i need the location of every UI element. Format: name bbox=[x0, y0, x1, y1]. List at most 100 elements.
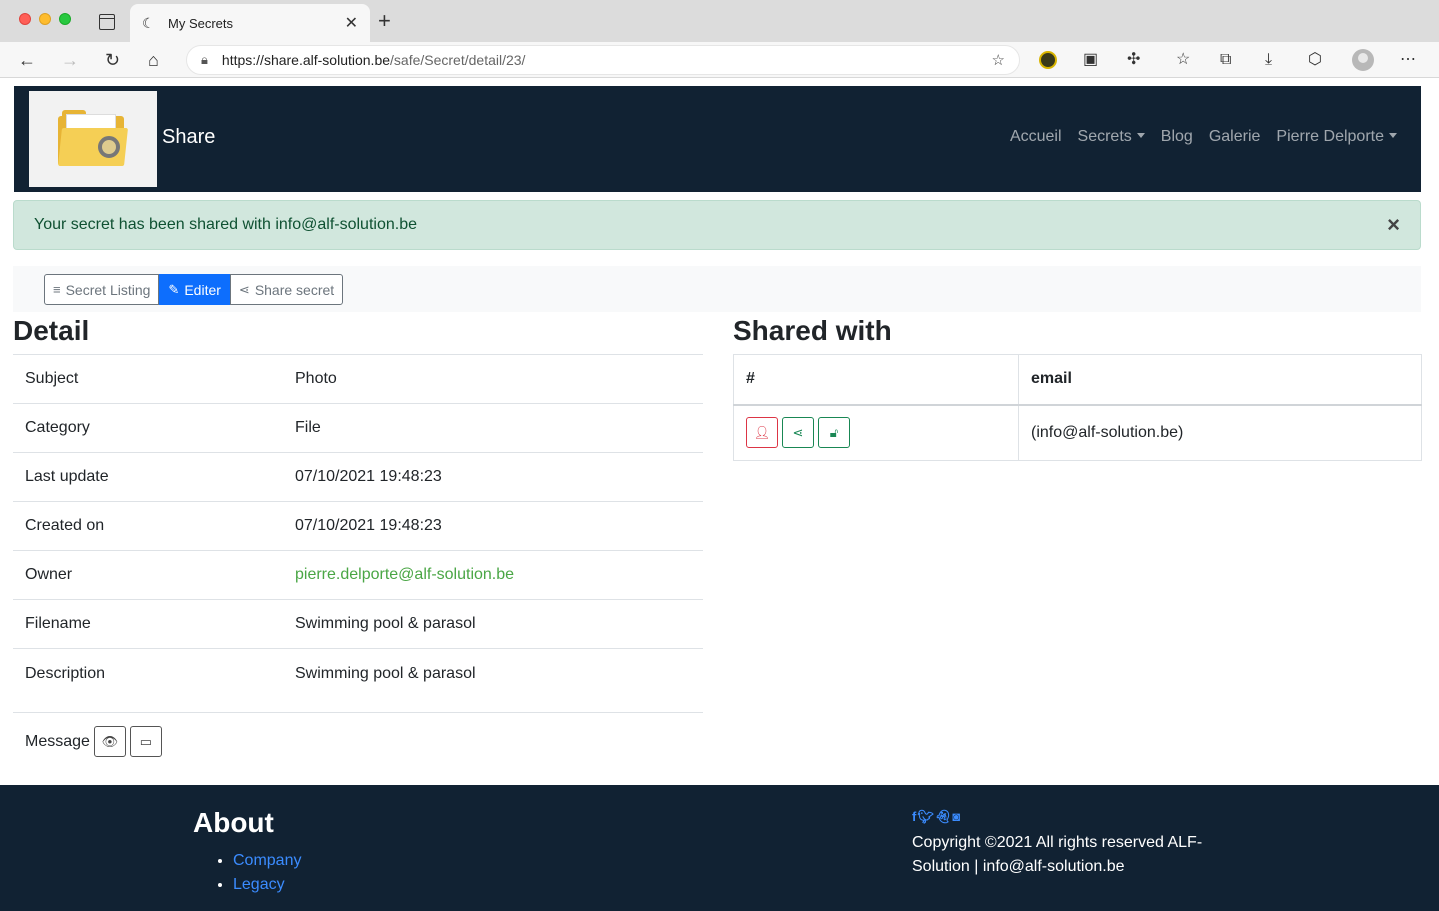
detail-key: Filename bbox=[13, 599, 283, 649]
reshare-button[interactable]: ⋖ bbox=[782, 417, 814, 449]
tab-actions-icon[interactable] bbox=[99, 14, 115, 30]
forward-icon[interactable]: → bbox=[61, 50, 79, 70]
twitter-icon[interactable]: 🐦︎ bbox=[917, 809, 934, 825]
instagram-icon[interactable]: ◙ bbox=[952, 809, 960, 825]
owner-cell: pierre.delporte@alf-solution.be bbox=[283, 550, 703, 600]
detail-key: Owner bbox=[13, 550, 283, 600]
message-label: Message bbox=[25, 732, 90, 750]
header-email: email bbox=[1018, 354, 1422, 406]
nav-blog[interactable]: Blog bbox=[1161, 128, 1193, 146]
add-favorite-icon[interactable]: ☆ bbox=[992, 51, 1005, 69]
table-header-row: # email bbox=[733, 354, 1422, 406]
tab-title: My Secrets bbox=[168, 15, 234, 31]
back-icon[interactable]: ← bbox=[18, 50, 36, 70]
action-bar: ≡ Secret Listing ✎ Editer ⋖ Share secret bbox=[13, 266, 1421, 312]
share-icon: ⋖ bbox=[792, 424, 804, 440]
more-menu-icon[interactable]: ⋯ bbox=[1400, 51, 1416, 69]
moon-favicon-icon: ☾ bbox=[142, 15, 155, 31]
lock-icon[interactable]: 🔒︎ bbox=[201, 52, 208, 68]
new-tab-icon[interactable]: + bbox=[378, 10, 391, 32]
snapchat-icon[interactable]: 👻︎ bbox=[935, 809, 952, 825]
nav-user-dropdown[interactable]: Pierre Delporte bbox=[1276, 128, 1397, 146]
favorites-icon[interactable]: ☆ bbox=[1176, 51, 1190, 69]
browser-toolbar: ← → ↻ ⌂ 🔒︎ https://share.alf-solution.be… bbox=[0, 42, 1439, 78]
share-secret-button[interactable]: ⋖ Share secret bbox=[229, 274, 344, 305]
action-button-group: ≡ Secret Listing ✎ Editer ⋖ Share secret bbox=[44, 274, 344, 305]
page: Share Accueil Secrets Blog Galerie Pierr… bbox=[0, 78, 1439, 911]
remove-user-button[interactable]: 👤︎ bbox=[746, 417, 778, 449]
unlock-button[interactable]: 🔓︎ bbox=[818, 417, 850, 449]
nav-accueil[interactable]: Accueil bbox=[1010, 128, 1062, 146]
shared-table: # email 👤︎ ⋖ 🔓︎ (info@alf-solution.be) bbox=[733, 354, 1422, 461]
site-footer: About Company Legacy f 🐦︎ 👻︎ ◙ Copyright… bbox=[0, 785, 1439, 911]
pencil-square-icon: ✎ bbox=[168, 281, 180, 297]
table-row: Description Swimming pool & parasol bbox=[13, 648, 703, 713]
table-row: 👤︎ ⋖ 🔓︎ (info@alf-solution.be) bbox=[733, 404, 1422, 461]
profile-avatar[interactable] bbox=[1352, 49, 1374, 71]
list-icon: ≡ bbox=[53, 282, 61, 297]
alert-close-icon[interactable]: × bbox=[1387, 214, 1400, 236]
social-links: f 🐦︎ 👻︎ ◙ bbox=[912, 809, 960, 825]
downloads-icon[interactable]: ⤓ bbox=[1265, 51, 1272, 69]
share-icon: ⋖ bbox=[238, 281, 250, 297]
table-row: Owner pierre.delporte@alf-solution.be bbox=[13, 550, 703, 600]
unlock-icon: 🔓︎ bbox=[829, 424, 839, 440]
table-row: Filename Swimming pool & parasol bbox=[13, 599, 703, 649]
detail-value: Photo bbox=[283, 354, 703, 404]
person-x-icon: 👤︎ bbox=[753, 424, 771, 440]
detail-value: Swimming pool & parasol bbox=[283, 599, 703, 649]
reload-icon[interactable]: ↻ bbox=[105, 50, 120, 70]
secret-listing-button[interactable]: ≡ Secret Listing bbox=[44, 274, 160, 305]
maximize-window-button[interactable] bbox=[59, 13, 71, 25]
detail-key: Last update bbox=[13, 452, 283, 502]
collections-icon[interactable]: ⧉ bbox=[1220, 51, 1231, 69]
close-tab-icon[interactable]: ✕ bbox=[345, 13, 358, 33]
table-row: Subject Photo bbox=[13, 354, 703, 404]
minimize-window-button[interactable] bbox=[39, 13, 51, 25]
header-number: # bbox=[733, 354, 1019, 406]
facebook-icon[interactable]: f bbox=[912, 809, 916, 825]
table-row: Category File bbox=[13, 403, 703, 453]
alert-message: Your secret has been shared with info@al… bbox=[34, 216, 417, 233]
copy-message-button[interactable]: ▭ bbox=[129, 726, 162, 757]
browser-tabbar: ☾ My Secrets ✕ + bbox=[0, 0, 1439, 42]
shared-heading: Shared with bbox=[733, 315, 892, 346]
about-heading: About bbox=[193, 807, 274, 838]
actions-cell: 👤︎ ⋖ 🔓︎ bbox=[733, 404, 1019, 461]
extension-icon[interactable] bbox=[1039, 51, 1057, 74]
close-window-button[interactable] bbox=[19, 13, 31, 25]
nav-secrets-dropdown[interactable]: Secrets bbox=[1078, 128, 1145, 146]
browser-essentials-icon[interactable]: ⬡ bbox=[1308, 51, 1322, 69]
puzzle-extensions-icon[interactable]: ✣ bbox=[1127, 51, 1140, 69]
message-row: Message 👁︎ ▭ bbox=[25, 726, 162, 757]
window-controls bbox=[19, 13, 71, 25]
owner-email-link[interactable]: pierre.delporte@alf-solution.be bbox=[295, 566, 514, 583]
detail-table: Subject Photo Category File Last update 07/… bbox=[13, 354, 703, 713]
row-actions: 👤︎ ⋖ 🔓︎ bbox=[746, 417, 1006, 449]
url-text[interactable]: https://share.alf-solution.be/safe/Secre… bbox=[222, 52, 992, 68]
detail-value: 07/10/2021 19:48:23 bbox=[283, 501, 703, 551]
main-menu: Accueil Secrets Blog Galerie Pierre Delp… bbox=[1010, 128, 1397, 146]
table-row: Created on 07/10/2021 19:48:23 bbox=[13, 501, 703, 551]
clipboard-icon: ▭ bbox=[139, 733, 153, 749]
legacy-link[interactable]: Legacy bbox=[233, 876, 285, 893]
brand-name[interactable]: Share bbox=[162, 126, 215, 149]
detail-heading: Detail bbox=[13, 315, 90, 346]
list-item: Company bbox=[233, 849, 301, 873]
eye-icon: 👁︎ bbox=[101, 733, 119, 749]
detail-key: Subject bbox=[13, 354, 283, 404]
detail-key: Category bbox=[13, 403, 283, 453]
home-icon[interactable]: ⌂ bbox=[148, 50, 159, 70]
site-navbar: Share Accueil Secrets Blog Galerie Pierr… bbox=[14, 86, 1421, 192]
company-link[interactable]: Company bbox=[233, 852, 301, 869]
detail-value: File bbox=[283, 403, 703, 453]
outlook-extension-icon[interactable]: ▣ bbox=[1083, 51, 1098, 69]
detail-value: 07/10/2021 19:48:23 bbox=[283, 452, 703, 502]
site-logo[interactable] bbox=[29, 91, 157, 187]
nav-galerie[interactable]: Galerie bbox=[1209, 128, 1261, 146]
address-bar[interactable]: 🔒︎ https://share.alf-solution.be/safe/Se… bbox=[186, 45, 1020, 75]
show-message-button[interactable]: 👁︎ bbox=[93, 726, 126, 757]
edit-button[interactable]: ✎ Editer bbox=[159, 274, 230, 305]
copyright-text: Copyright ©2021 All rights reserved ALF-… bbox=[912, 834, 1203, 875]
browser-tab[interactable]: ☾ My Secrets ✕ bbox=[130, 4, 370, 42]
